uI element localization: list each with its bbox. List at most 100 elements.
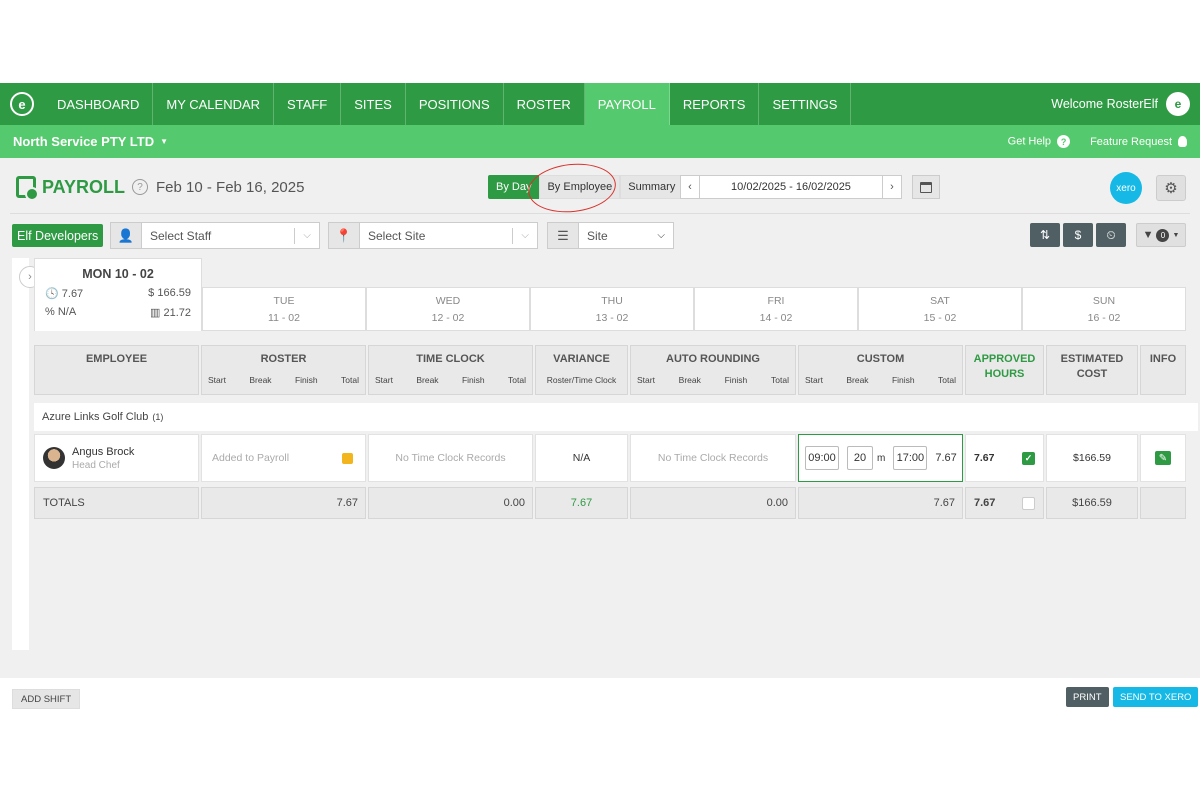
view-toggle: By Day By Employee Summary: [488, 175, 684, 199]
employee-cell[interactable]: Angus Brock Head Chef: [34, 434, 199, 482]
nav-settings[interactable]: SETTINGS: [759, 83, 852, 125]
staff-select[interactable]: Select Staff ⌵: [142, 222, 320, 249]
roster-status: Added to Payroll: [212, 452, 290, 464]
time-clock-cell: No Time Clock Records: [368, 434, 533, 482]
send-to-xero-button[interactable]: SEND TO XERO: [1113, 687, 1199, 707]
company-bar: North Service PTY LTD ▼ Get Help? Featur…: [0, 125, 1200, 158]
date-picker: ‹ 10/02/2025 - 16/02/2025 ›: [680, 175, 902, 199]
day-card-fri[interactable]: FRI 14 - 02: [694, 287, 858, 331]
calendar-icon[interactable]: [342, 453, 353, 464]
caret-down-icon[interactable]: ▼: [160, 137, 168, 146]
nav-roster[interactable]: ROSTER: [504, 83, 585, 125]
xero-logo[interactable]: xero: [1110, 172, 1142, 204]
day-card-mon[interactable]: MON 10 - 02 🕓 7.67 $ 166.59 % N/A ▥ 21.72: [34, 258, 202, 331]
print-button[interactable]: PRINT: [1066, 687, 1109, 707]
dollar-icon[interactable]: $: [1063, 223, 1093, 247]
payroll-panel: › MON 10 - 02 🕓 7.67 $ 166.59 % N/A ▥ 21.7…: [12, 258, 1198, 650]
total-approved: 7.67: [965, 487, 1044, 519]
nav-dashboard[interactable]: DASHBOARD: [44, 83, 154, 125]
day-card-sun[interactable]: SUN 16 - 02: [1022, 287, 1186, 331]
approved-checkbox[interactable]: ✓: [1022, 451, 1035, 465]
payroll-icon: [16, 176, 39, 201]
lightbulb-icon: [1178, 136, 1187, 148]
sort-icon[interactable]: ⇅: [1030, 223, 1060, 247]
nav-positions[interactable]: POSITIONS: [406, 83, 504, 125]
group-by-select[interactable]: Site ⌵: [579, 222, 674, 249]
col-roster: ROSTER Start Break Finish Total: [201, 345, 366, 395]
cost-cell: $166.59: [1046, 434, 1138, 482]
chevron-down-icon: ⌵: [521, 230, 529, 241]
custom-finish-input[interactable]: 17:00: [893, 446, 928, 470]
user-menu[interactable]: Welcome RosterElf e: [1051, 83, 1200, 125]
percent-stat: % N/A: [45, 306, 77, 318]
chevron-down-icon: ⌵: [303, 230, 311, 241]
total-auto-rounding: 0.00: [630, 487, 796, 519]
day-card-wed[interactable]: WED 12 - 02: [366, 287, 530, 331]
rosterelf-logo[interactable]: e: [0, 83, 44, 125]
clock-export-icon[interactable]: ⏲: [1096, 223, 1126, 247]
custom-break-input[interactable]: 20: [847, 446, 873, 470]
nav-payroll[interactable]: PAYROLL: [584, 83, 670, 125]
employee-name: Angus Brock: [72, 445, 135, 458]
col-employee: EMPLOYEE: [34, 345, 199, 395]
help-icon: ?: [1057, 135, 1071, 148]
nav-staff[interactable]: STAFF: [274, 83, 342, 125]
approved-cell: 7.67 ✓: [965, 434, 1044, 482]
question-icon[interactable]: ?: [132, 179, 149, 195]
feature-request-link[interactable]: Feature Request: [1090, 136, 1187, 148]
chart-stat: ▥ 21.72: [150, 307, 191, 319]
col-estimated-cost: ESTIMATED COST: [1046, 345, 1138, 395]
total-time-clock: 0.00: [368, 487, 533, 519]
list-icon: ☰: [547, 222, 579, 249]
leaf-icon: e: [10, 92, 34, 116]
filter-button[interactable]: ▼ 0 ▼: [1136, 223, 1186, 247]
site-select[interactable]: Select Site ⌵: [360, 222, 538, 249]
nav-sites[interactable]: SITES: [341, 83, 406, 125]
total-info: [1140, 487, 1186, 519]
date-range-title: Feb 10 - Feb 16, 2025: [156, 178, 305, 196]
divider: [10, 213, 1190, 214]
roster-cell: Added to Payroll: [201, 434, 366, 482]
variance-cell: N/A: [535, 434, 628, 482]
day-card-sat[interactable]: SAT 15 - 02: [858, 287, 1022, 331]
nav-reports[interactable]: REPORTS: [670, 83, 760, 125]
tool-buttons: ⇅ $ ⏲: [1030, 223, 1126, 247]
day-card-thu[interactable]: THU 13 - 02: [530, 287, 694, 331]
day-title: MON 10 - 02: [82, 267, 154, 281]
date-range-input[interactable]: 10/02/2025 - 16/02/2025: [700, 175, 882, 199]
welcome-text: Welcome RosterElf: [1051, 97, 1158, 111]
summary-button[interactable]: Summary: [620, 175, 684, 199]
nav-my-calendar[interactable]: MY CALENDAR: [153, 83, 275, 125]
auto-rounding-cell: No Time Clock Records: [630, 434, 796, 482]
custom-cell: 09:00 20 m 17:00 7.67: [798, 434, 963, 482]
location-pin-icon: 📍: [328, 222, 360, 249]
side-strip: [12, 258, 29, 650]
edit-note-icon[interactable]: ✎: [1155, 451, 1171, 465]
day-card-tue[interactable]: TUE 11 - 02: [202, 287, 366, 331]
total-custom: 7.67: [798, 487, 963, 519]
get-help-link[interactable]: Get Help?: [1008, 135, 1071, 148]
group-row: Azure Links Golf Club (1): [34, 403, 1198, 431]
info-cell: ✎: [1140, 434, 1186, 482]
custom-total: 7.67: [935, 452, 957, 464]
total-approved-checkbox[interactable]: [1022, 496, 1035, 510]
custom-start-input[interactable]: 09:00: [805, 446, 839, 470]
cost-stat: $ 166.59: [148, 287, 191, 299]
calendar-button[interactable]: [912, 175, 940, 199]
total-variance: 7.67: [535, 487, 628, 519]
filter-count: 0: [1156, 228, 1170, 242]
chevron-left-icon[interactable]: ‹: [680, 175, 700, 199]
org-button[interactable]: Elf Developers: [12, 224, 104, 247]
avatar: [43, 447, 65, 469]
totals-label: TOTALS: [34, 487, 199, 519]
calendar-icon: [920, 181, 932, 193]
by-employee-button[interactable]: By Employee: [539, 175, 621, 199]
company-selector[interactable]: North Service PTY LTD: [13, 134, 154, 149]
col-approved-hours: APPROVED HOURS: [965, 345, 1044, 395]
gear-icon[interactable]: ⚙: [1156, 175, 1186, 201]
person-icon: 👤: [110, 222, 142, 249]
user-avatar-icon: e: [1166, 92, 1190, 116]
chevron-right-icon[interactable]: ›: [882, 175, 902, 199]
add-shift-button[interactable]: ADD SHIFT: [12, 689, 81, 709]
top-nav: e DASHBOARD MY CALENDAR STAFF SITES POSI…: [0, 83, 1200, 125]
